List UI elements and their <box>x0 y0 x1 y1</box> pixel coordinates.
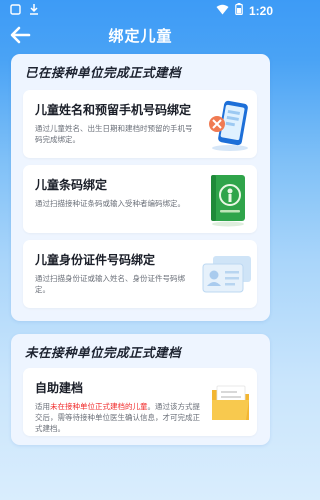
download-icon <box>29 3 39 18</box>
card-title: 儿童条码绑定 <box>35 178 108 192</box>
bottom-spacer <box>0 470 281 500</box>
status-bar: 1:20 <box>0 0 281 20</box>
vaccination-book-icon <box>206 171 250 231</box>
self-registration-card[interactable]: 自助建档 适用未在接种单位正式建档的儿童。通过该方式提交后，需等待接种单位医生确… <box>23 368 257 436</box>
page-title: 绑定儿童 <box>108 27 173 45</box>
card-title: 自助建档 <box>35 381 84 395</box>
section-title: 未在接种单位完成正式建档 <box>25 345 182 360</box>
card-description: 通过儿童姓名、出生日期和建档时预留的手机号码完成绑定。 <box>35 124 193 144</box>
battery-icon <box>235 3 243 18</box>
bind-by-id-card[interactable]: 儿童身份证件号码绑定 通过扫描身份证或输入姓名、身份证件号码绑定。 <box>23 240 257 308</box>
desc-highlight: 未在接种单位正式建档的儿童 <box>50 402 148 411</box>
card-title: 儿童身份证件号码绑定 <box>35 253 156 267</box>
wifi-icon <box>216 4 229 18</box>
card-title: 儿童姓名和预留手机号码绑定 <box>35 103 192 117</box>
section-archived: 已在接种单位完成正式建档 儿童姓名和预留手机号码绑定 通过儿童姓名、出生日期和建… <box>11 54 270 321</box>
header: 绑定儿童 <box>0 20 281 50</box>
square-icon <box>10 3 21 18</box>
folder-icon <box>209 380 253 430</box>
id-card-icon <box>199 250 255 304</box>
card-description: 适用未在接种单位正式建档的儿童。通过该方式提交后，需等待接种单位医生确认信息，才… <box>35 401 203 434</box>
bind-by-name-phone-card[interactable]: 儿童姓名和预留手机号码绑定 通过儿童姓名、出生日期和建档时预留的手机号码完成绑定… <box>23 90 257 158</box>
card-description: 通过扫描身份证或输入姓名、身份证件号码绑定。 <box>35 274 185 294</box>
desc-prefix: 适用 <box>35 402 50 411</box>
card-description: 通过扫描接种证条码或输入受种者编码绑定。 <box>35 199 185 208</box>
status-time: 1:20 <box>248 3 273 18</box>
phone-icon <box>203 98 253 156</box>
bind-by-barcode-card[interactable]: 儿童条码绑定 通过扫描接种证条码或输入受种者编码绑定。 <box>23 165 257 233</box>
section-unarchived: 未在接种单位完成正式建档 自助建档 适用未在接种单位正式建档的儿童。通过该方式提… <box>11 334 270 445</box>
section-title: 已在接种单位完成正式建档 <box>25 65 182 80</box>
